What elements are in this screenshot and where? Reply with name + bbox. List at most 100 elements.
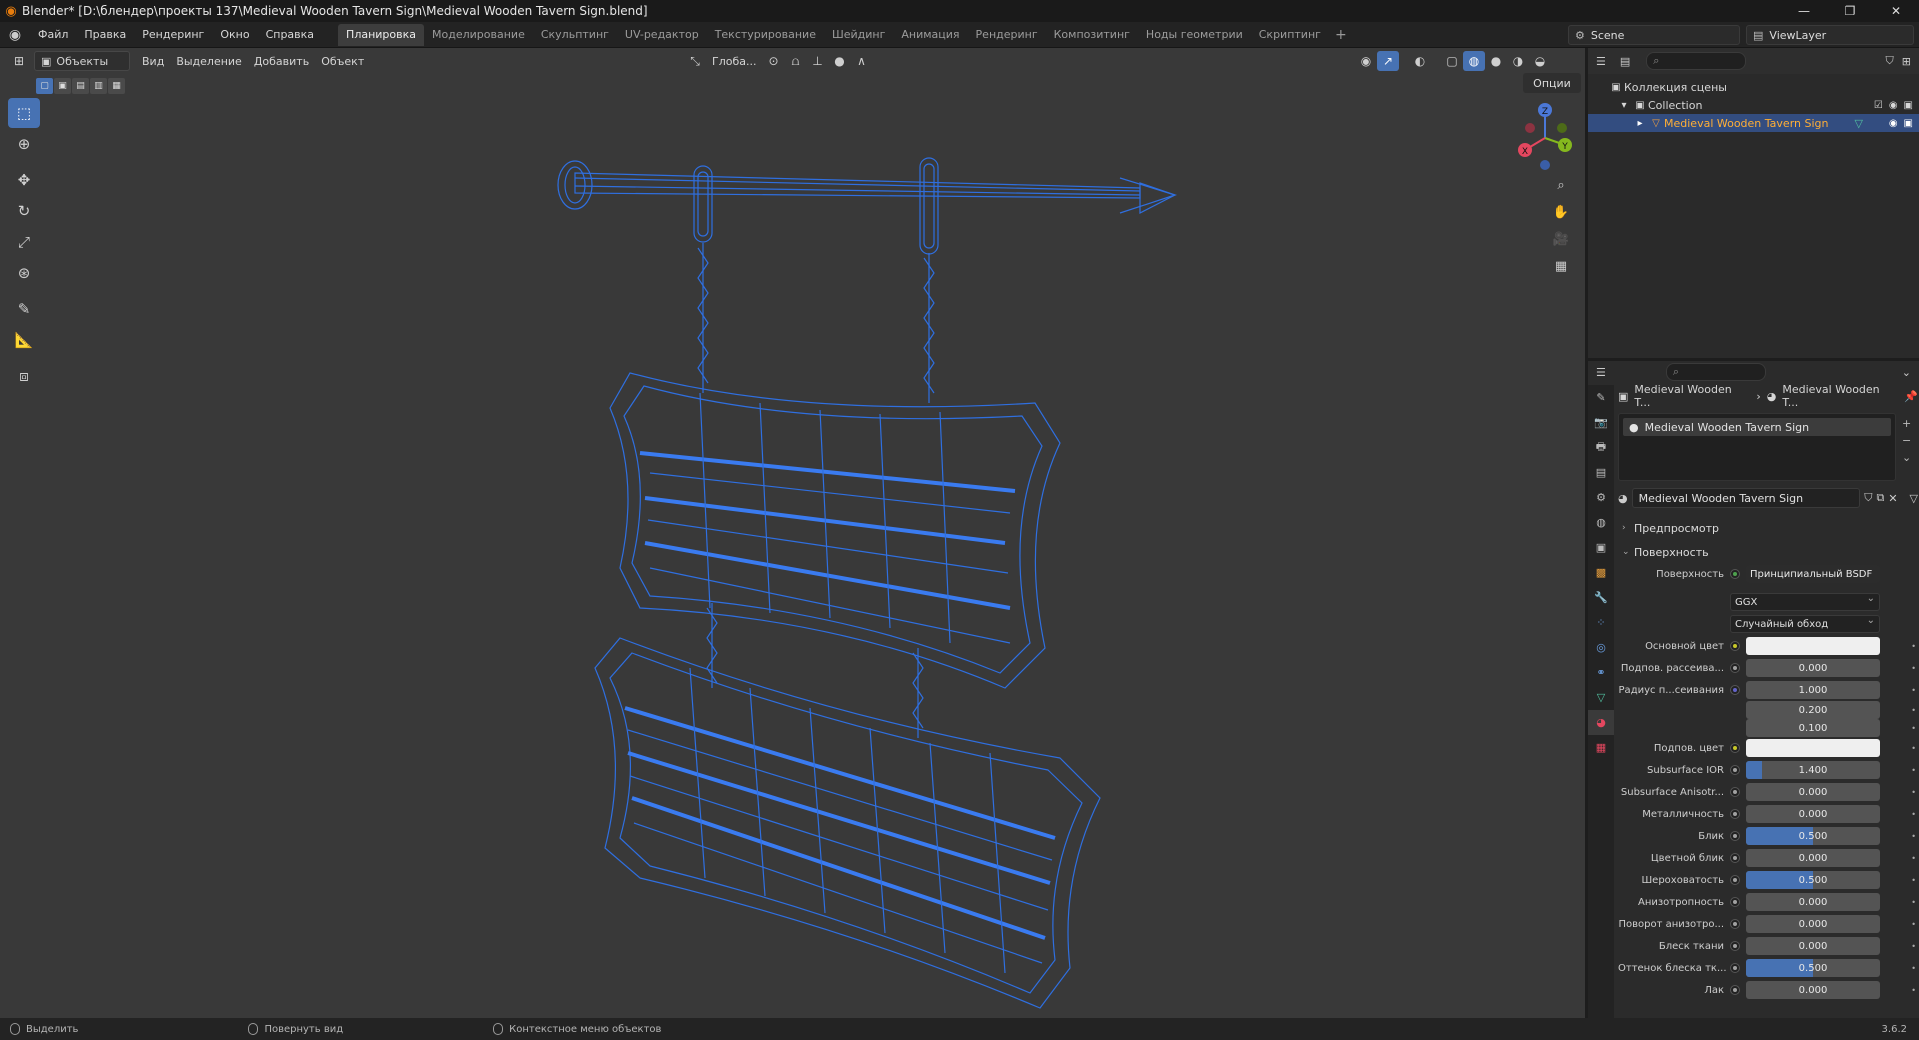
tab-texture-paint[interactable]: Текстурирование	[707, 24, 824, 46]
tab-modeling[interactable]: Моделирование	[424, 24, 533, 46]
socket-dot[interactable]	[1730, 569, 1740, 579]
socket-dot[interactable]	[1730, 641, 1740, 651]
outliner-object-row[interactable]: ▸ ▽ Medieval Wooden Tavern Sign ▽ ◉ ▣	[1588, 114, 1919, 132]
outliner-display-icon[interactable]: ▤	[1620, 55, 1630, 68]
menu-render[interactable]: Рендеринг	[134, 24, 212, 46]
value-slider[interactable]: 1.000	[1746, 681, 1880, 699]
surface-panel-header[interactable]: ⌄ Поверхность	[1618, 541, 1918, 563]
camera-icon[interactable]: ▣	[1904, 100, 1913, 111]
color-swatch[interactable]	[1746, 637, 1880, 655]
keyframe-dot-icon[interactable]: •	[1911, 788, 1916, 797]
collection-tab-icon[interactable]: ▣	[1588, 535, 1614, 560]
value-slider[interactable]: 0.000	[1746, 915, 1880, 933]
socket-dot[interactable]	[1730, 685, 1740, 695]
socket-dot[interactable]	[1730, 941, 1740, 951]
3d-viewport[interactable]: ⊞ ▣ Объекты Вид Выделение Добавить Объек…	[0, 48, 1585, 1018]
socket-dot[interactable]	[1730, 985, 1740, 995]
socket-dot[interactable]	[1730, 897, 1740, 907]
render-tab-icon[interactable]: 📷	[1588, 410, 1614, 435]
object-tab-icon[interactable]: ▩	[1588, 560, 1614, 585]
tab-shading[interactable]: Шейдинг	[824, 24, 893, 46]
socket-dot[interactable]	[1730, 875, 1740, 885]
tool-tab-icon[interactable]: ✎	[1588, 385, 1614, 410]
value-slider[interactable]: 0.000	[1746, 981, 1880, 999]
socket-dot[interactable]	[1730, 663, 1740, 673]
texture-tab-icon[interactable]: ▦	[1588, 735, 1614, 760]
color-swatch[interactable]	[1746, 739, 1880, 757]
pin-icon[interactable]: 📌	[1904, 390, 1918, 403]
value-slider[interactable]: 0.500	[1746, 959, 1880, 977]
tab-uv-editing[interactable]: UV-редактор	[617, 24, 707, 46]
eye-icon[interactable]: ◉	[1889, 100, 1898, 111]
navigation-gizmo[interactable]: Z Y X	[1510, 100, 1580, 170]
panel-options-icon[interactable]: ⌄	[1902, 366, 1911, 379]
value-slider[interactable]: 0.100	[1746, 719, 1880, 737]
scene-selector[interactable]: ⚙ Scene	[1568, 25, 1740, 45]
socket-dot[interactable]	[1730, 963, 1740, 973]
surface-shader-field[interactable]: Принципиальный BSDF	[1746, 565, 1880, 583]
add-workspace-button[interactable]: +	[1329, 27, 1353, 43]
tab-rendering[interactable]: Рендеринг	[968, 24, 1046, 46]
eye-icon[interactable]: ◉	[1889, 118, 1898, 129]
unlink-material-icon[interactable]: ✕	[1888, 492, 1897, 505]
zoom-icon[interactable]: ⌕	[1548, 172, 1574, 198]
duplicate-material-icon[interactable]: ⧉	[1876, 491, 1884, 505]
value-slider[interactable]: 1.400	[1746, 761, 1880, 779]
keyframe-dot-icon[interactable]: •	[1911, 876, 1916, 885]
pan-hand-icon[interactable]: ✋	[1548, 199, 1574, 225]
socket-dot[interactable]	[1730, 765, 1740, 775]
tab-layout[interactable]: Планировка	[338, 23, 425, 46]
tab-sculpting[interactable]: Скульптинг	[533, 24, 617, 46]
tab-geometry-nodes[interactable]: Ноды геометрии	[1138, 24, 1251, 46]
material-slot-item[interactable]: ● Medieval Wooden Tavern Sign	[1623, 418, 1891, 436]
close-button[interactable]: ✕	[1873, 0, 1919, 22]
value-slider[interactable]: 0.000	[1746, 849, 1880, 867]
tab-animation[interactable]: Анимация	[893, 24, 967, 46]
add-slot-icon[interactable]: +	[1902, 417, 1918, 430]
value-slider[interactable]: 0.000	[1746, 783, 1880, 801]
menu-file[interactable]: Файл	[30, 24, 76, 46]
keyframe-dot-icon[interactable]: •	[1911, 920, 1916, 929]
outliner-editor-icon[interactable]: ☰	[1596, 55, 1606, 68]
camera-view-icon[interactable]: 🎥	[1548, 226, 1574, 252]
menu-edit[interactable]: Правка	[76, 24, 134, 46]
material-tab-icon[interactable]: ◕	[1588, 710, 1614, 735]
socket-dot[interactable]	[1730, 853, 1740, 863]
minimize-button[interactable]: —	[1781, 0, 1827, 22]
ortho-grid-icon[interactable]: ▦	[1548, 253, 1574, 279]
particles-tab-icon[interactable]: ⁘	[1588, 610, 1614, 635]
value-slider[interactable]: 0.000	[1746, 659, 1880, 677]
socket-dot[interactable]	[1730, 919, 1740, 929]
expand-arrow-icon[interactable]: ▸	[1632, 118, 1648, 129]
keyframe-dot-icon[interactable]: •	[1911, 854, 1916, 863]
material-filter-icon[interactable]: ▽	[1910, 492, 1918, 505]
outliner-scene-collection[interactable]: ▣ Коллекция сцены	[1588, 78, 1919, 96]
checkbox-icon[interactable]: ☑	[1874, 100, 1883, 111]
modifier-tab-icon[interactable]: 🔧	[1588, 585, 1614, 610]
properties-search-input[interactable]: ⌕	[1665, 363, 1766, 381]
menu-window[interactable]: Окно	[212, 24, 257, 46]
properties-editor-icon[interactable]: ☰	[1596, 366, 1606, 379]
physics-tab-icon[interactable]: ◎	[1588, 635, 1614, 660]
tab-scripting[interactable]: Скриптинг	[1251, 24, 1329, 46]
menu-help[interactable]: Справка	[258, 24, 322, 46]
new-collection-icon[interactable]: ⊞	[1902, 55, 1911, 68]
outliner-collection[interactable]: ▾ ▣ Collection ☑ ◉ ▣	[1588, 96, 1919, 114]
value-slider[interactable]: 0.000	[1746, 937, 1880, 955]
outliner-search-input[interactable]: ⌕	[1646, 52, 1747, 70]
keyframe-dot-icon[interactable]: •	[1911, 724, 1916, 733]
remove-slot-icon[interactable]: −	[1902, 434, 1918, 447]
material-name-field[interactable]: Medieval Wooden Tavern Sign	[1631, 488, 1861, 508]
keyframe-dot-icon[interactable]: •	[1911, 810, 1916, 819]
subsurface-method-dropdown[interactable]: Случайный обход	[1730, 615, 1880, 633]
maximize-button[interactable]: ❐	[1827, 0, 1873, 22]
slot-specials-icon[interactable]: ⌄	[1902, 451, 1918, 464]
socket-dot[interactable]	[1730, 743, 1740, 753]
breadcrumb-object[interactable]: Medieval Wooden T...	[1634, 383, 1750, 409]
expand-arrow-icon[interactable]: ▾	[1616, 100, 1632, 111]
viewlayer-selector[interactable]: ▤ ViewLayer	[1746, 25, 1914, 45]
breadcrumb-material[interactable]: Medieval Wooden T...	[1782, 383, 1898, 409]
view-layer-tab-icon[interactable]: ▤	[1588, 460, 1614, 485]
keyframe-dot-icon[interactable]: •	[1911, 766, 1916, 775]
world-tab-icon[interactable]: ◍	[1588, 510, 1614, 535]
